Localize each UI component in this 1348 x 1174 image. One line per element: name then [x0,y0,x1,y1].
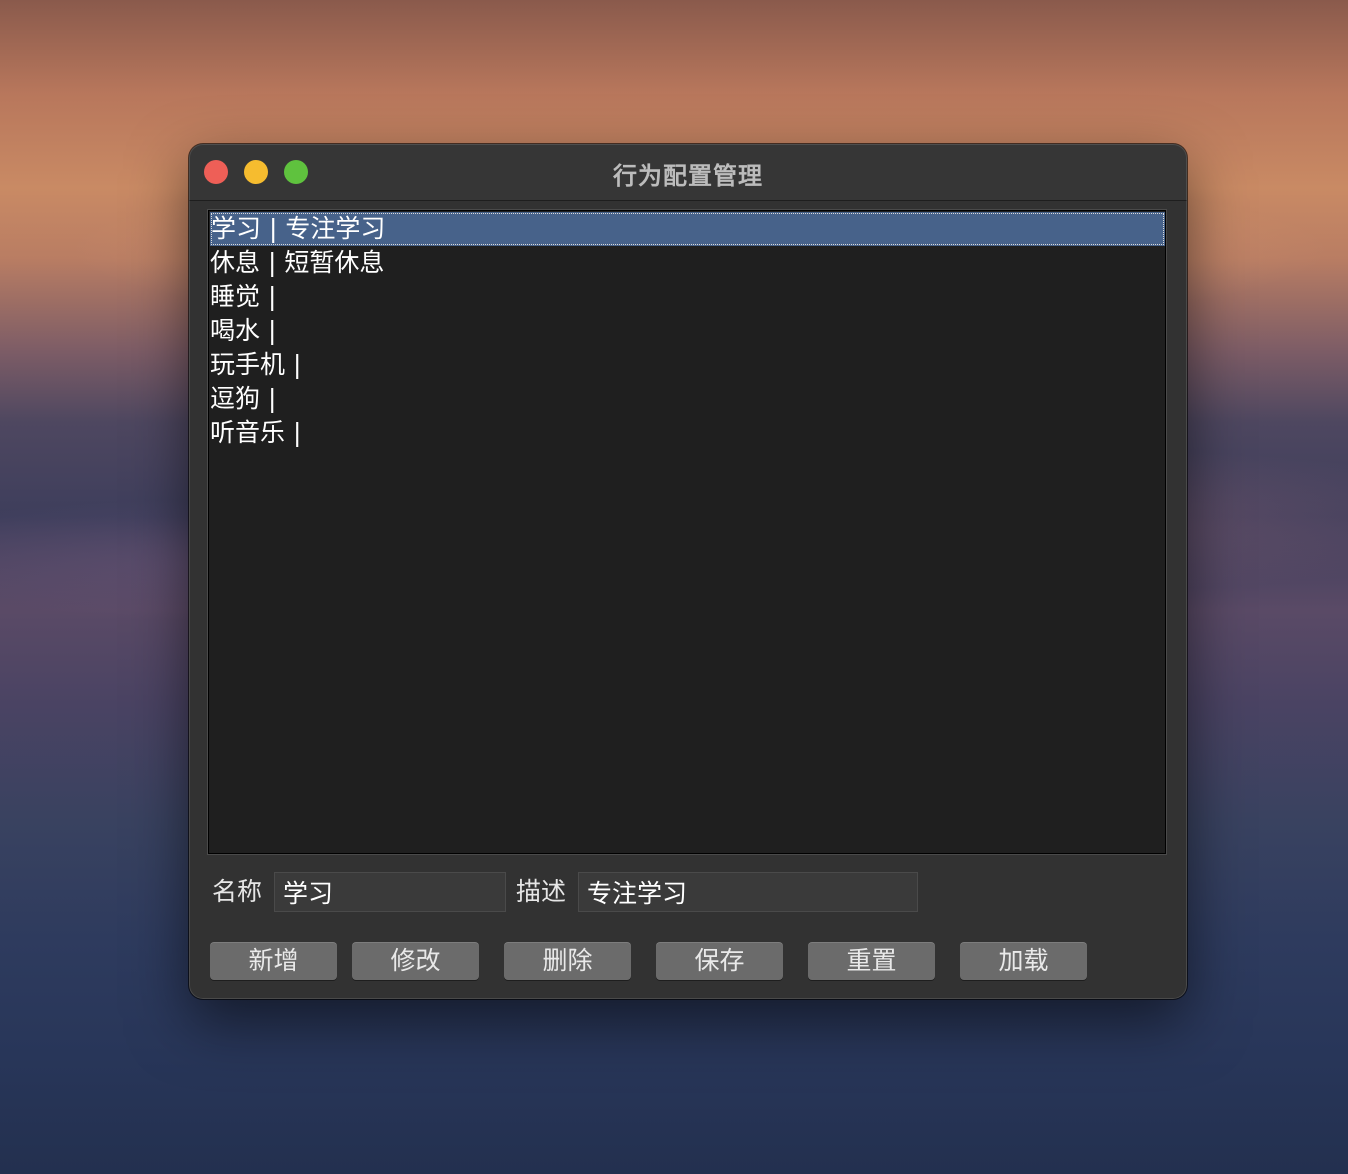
list-item[interactable]: 听音乐 | [209,416,1165,450]
description-label: 描述 [516,877,567,906]
behavior-listbox[interactable]: 学习 | 专注学习 休息 | 短暂休息 睡觉 | 喝水 | 玩手机 | 逗狗 |… [207,209,1167,855]
save-button[interactable]: 保存 [656,942,783,980]
list-item[interactable]: 学习 | 专注学习 [210,212,1165,246]
window-title: 行为配置管理 [613,162,763,190]
list-item[interactable]: 睡觉 | [209,280,1165,314]
list-item[interactable]: 玩手机 | [209,348,1165,382]
edit-button[interactable]: 修改 [352,942,479,980]
delete-button[interactable]: 删除 [504,942,631,980]
list-item[interactable]: 休息 | 短暂休息 [209,246,1165,280]
name-label: 名称 [212,877,263,906]
load-button[interactable]: 加载 [960,942,1087,980]
name-field[interactable] [274,872,506,912]
app-window: 行为配置管理 学习 | 专注学习 休息 | 短暂休息 睡觉 | 喝水 | 玩手机… [189,144,1187,999]
title-bar[interactable]: 行为配置管理 [189,144,1187,201]
list-item[interactable]: 逗狗 | [209,382,1165,416]
add-button[interactable]: 新增 [210,942,337,980]
reset-button[interactable]: 重置 [808,942,935,980]
description-field[interactable] [578,872,918,912]
list-item[interactable]: 喝水 | [209,314,1165,348]
